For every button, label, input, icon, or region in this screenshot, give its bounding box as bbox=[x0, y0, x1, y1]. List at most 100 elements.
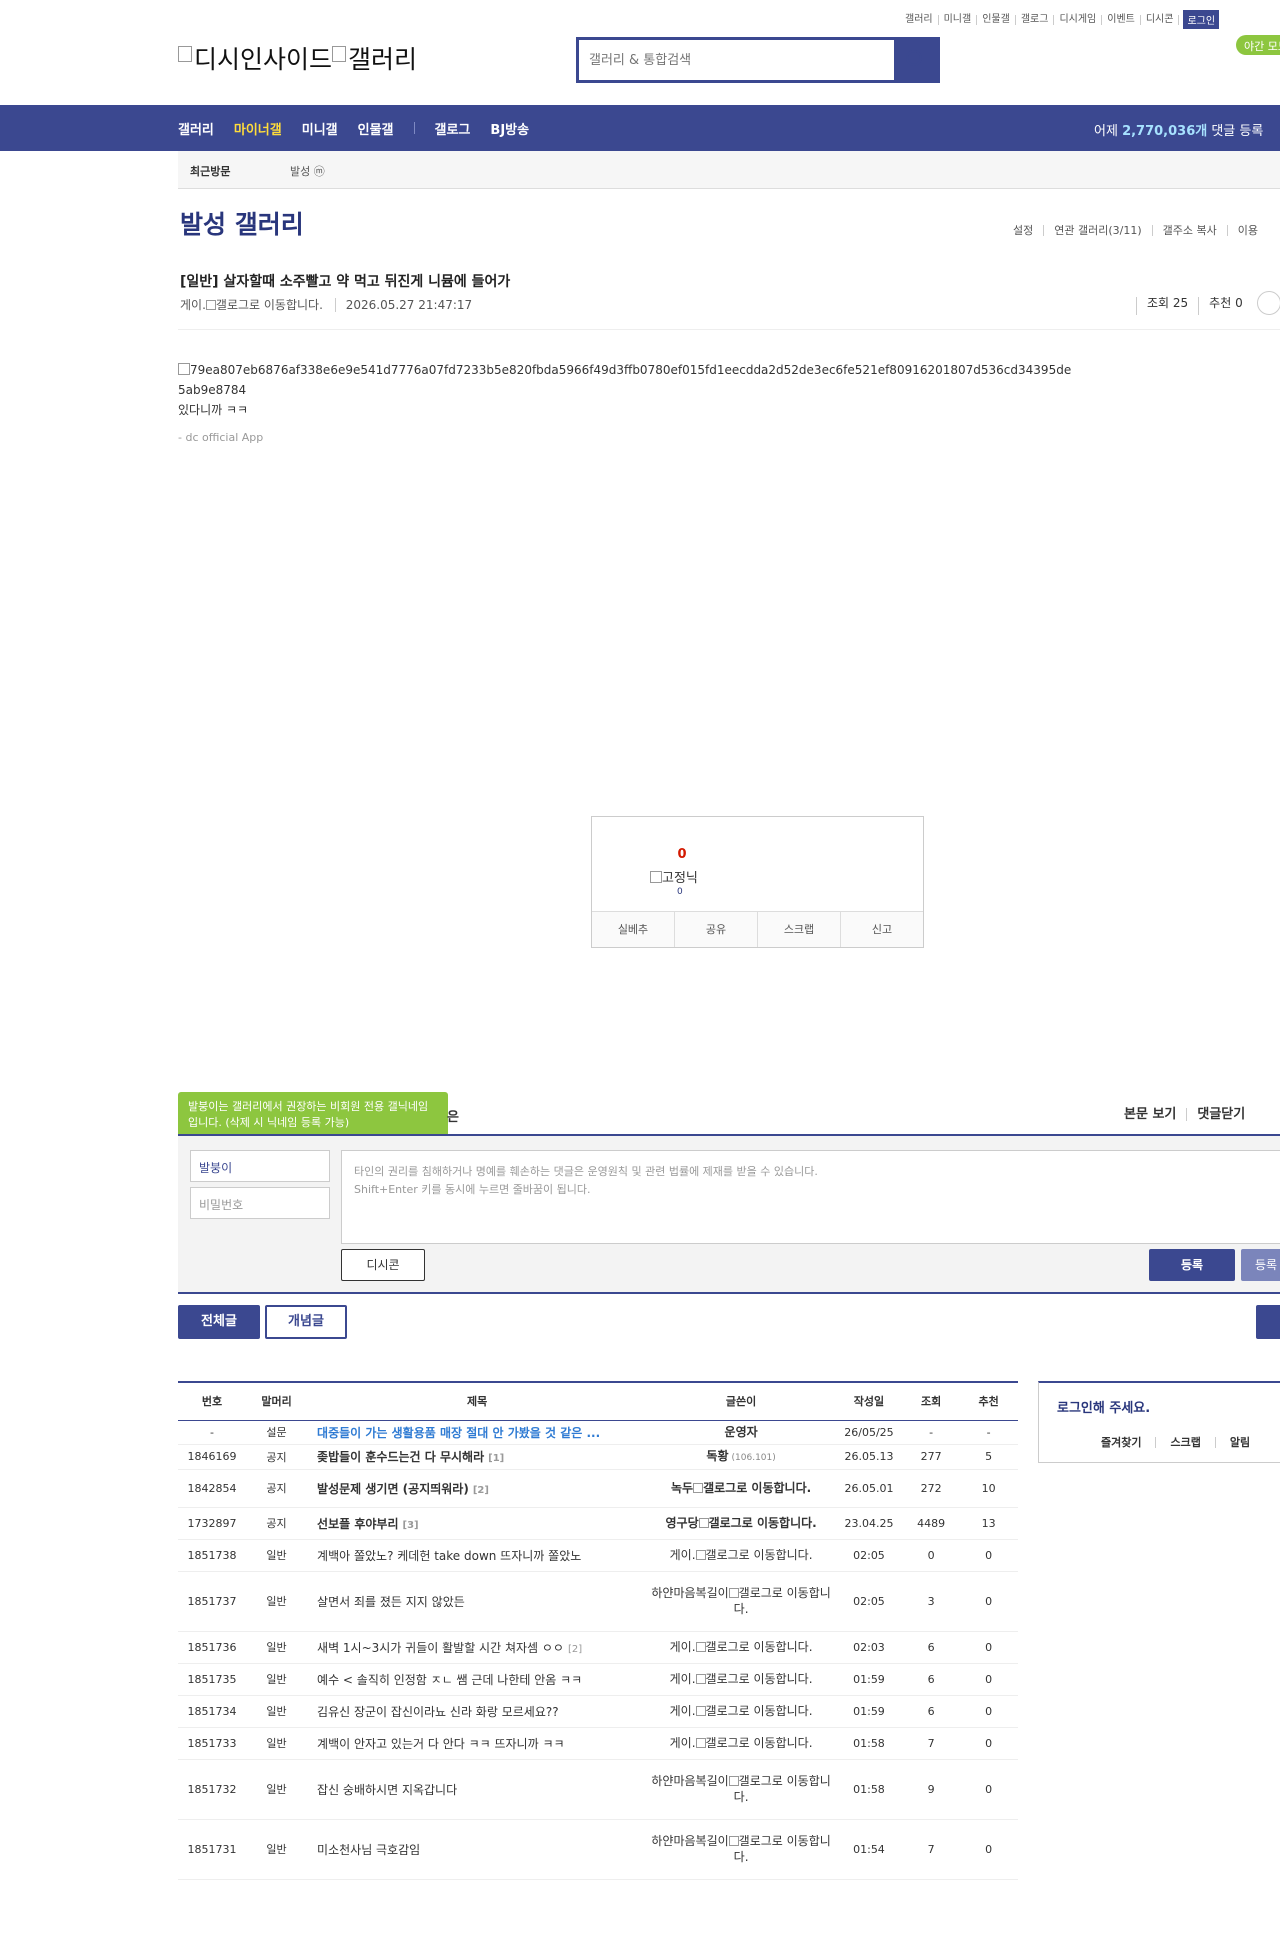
writer-name[interactable]: 게이. bbox=[670, 1548, 696, 1562]
gallog-link[interactable]: 갤로그로 이동합니다. bbox=[709, 1516, 817, 1530]
report-button[interactable]: 신고 bbox=[841, 912, 923, 947]
table-row[interactable]: 1851733 일반 계백이 안자고 있는거 다 안다 ㅋㅋ 뜨자니까 ㅋㅋ 게이. 갤… bbox=[178, 1727, 1018, 1760]
login-prompt[interactable]: 로그인해 주세요. bbox=[1057, 1397, 1150, 1416]
row-writer[interactable]: 하얀마음복길이 갤로그로 이동합니다. bbox=[647, 1819, 835, 1880]
table-row[interactable]: 1851738 일반 계백아 쫄았노? 케데헌 take down 뜨자니까 쫄았노… bbox=[178, 1539, 1018, 1572]
comment-textarea[interactable]: 타인의 권리를 침해하거나 명예를 훼손하는 댓글은 운영원칙 및 관련 법률에… bbox=[341, 1150, 1280, 1244]
writer-name[interactable]: 독황 bbox=[706, 1449, 728, 1463]
gallog-link[interactable]: 갤로그로 이동합니다. bbox=[706, 1704, 813, 1718]
row-title-text[interactable]: 미소천사님 극호감임 bbox=[317, 1843, 420, 1857]
share-button[interactable]: 공유 bbox=[675, 912, 758, 947]
gallery-settings-link[interactable]: 설정 bbox=[1003, 225, 1043, 236]
util-link-person[interactable]: 인물갤 bbox=[977, 14, 1016, 25]
related-gallery-link[interactable]: 연관 갤러리(3/11) bbox=[1043, 225, 1151, 236]
row-title[interactable]: 예수 < 솔직히 인정함 ㅈㄴ 쌤 근데 나한테 안옴 ㅋㅋ bbox=[307, 1663, 648, 1696]
writer-name[interactable]: 게이. bbox=[670, 1736, 696, 1750]
gallog-link[interactable]: 갤로그로 이동합니다. bbox=[706, 1736, 813, 1750]
writer-name[interactable]: 하얀마음복길이 bbox=[651, 1774, 728, 1788]
row-writer[interactable]: 독황 (106.101) bbox=[647, 1444, 835, 1470]
nav-gallog[interactable]: 갤로그 bbox=[435, 119, 471, 138]
table-row[interactable]: 1851731 일반 미소천사님 극호감임 하얀마음복길이 갤로그로 이동합니다. 01:… bbox=[178, 1819, 1018, 1880]
search-button[interactable] bbox=[894, 37, 937, 83]
reply-count[interactable]: [2] bbox=[473, 1485, 489, 1496]
copy-address-link[interactable]: 갤주소 복사 bbox=[1151, 225, 1227, 236]
writer-name[interactable]: 게이. bbox=[670, 1640, 696, 1654]
writer-name[interactable]: 영구당 bbox=[665, 1516, 698, 1530]
tab-best-posts[interactable]: 개념글 bbox=[265, 1305, 347, 1339]
row-writer[interactable]: 운영자 bbox=[647, 1420, 835, 1445]
util-link-mini[interactable]: 미니갤 bbox=[939, 14, 978, 25]
tab-all-posts[interactable]: 전체글 bbox=[178, 1305, 260, 1339]
gallery-title[interactable]: 발성 갤러리 bbox=[180, 205, 304, 241]
reply-count[interactable]: [3] bbox=[403, 1520, 419, 1531]
dccon-button[interactable]: 디시콘 bbox=[341, 1249, 425, 1281]
row-writer[interactable]: 게이. 갤로그로 이동합니다. bbox=[647, 1727, 835, 1760]
row-title-text[interactable]: 살면서 죄를 졌든 지지 않았든 bbox=[317, 1595, 465, 1609]
row-title[interactable]: 대중들이 가는 생활용품 매장 절대 안 가봤을 것 같은 ... bbox=[307, 1420, 648, 1445]
site-logo[interactable]: 디시인사이드 갤러리 bbox=[178, 40, 417, 76]
reply-count[interactable]: [1] bbox=[488, 1453, 504, 1464]
post-author[interactable]: 게이. bbox=[180, 298, 206, 312]
nav-gallery[interactable]: 갤러리 bbox=[178, 119, 214, 138]
gallog-link[interactable]: 갤로그로 이동합니다. bbox=[706, 1640, 813, 1654]
row-title[interactable]: 미소천사님 극호감임 bbox=[307, 1819, 648, 1880]
nav-mini-gallery[interactable]: 미니갤 bbox=[302, 119, 338, 138]
gallog-link[interactable]: 갤로그로 이동합니다. bbox=[734, 1834, 831, 1864]
login-button[interactable]: 로그인 bbox=[1183, 10, 1220, 29]
row-writer[interactable]: 하얀마음복길이 갤로그로 이동합니다. bbox=[647, 1759, 835, 1820]
row-title-text[interactable]: 김유신 장군이 잡신이라뇨 신라 화랑 모르세요?? bbox=[317, 1705, 559, 1719]
password-field[interactable]: 비밀번호 bbox=[190, 1187, 330, 1219]
notification-link[interactable]: 알림 bbox=[1214, 1437, 1264, 1448]
nav-bj[interactable]: BJ방송 bbox=[490, 119, 529, 138]
row-writer[interactable]: 게이. 갤로그로 이동합니다. bbox=[647, 1663, 835, 1696]
util-link-gallery[interactable]: 갤러리 bbox=[900, 14, 939, 25]
table-row[interactable]: 1851736 일반 새벽 1시~3시가 귀들이 활발할 시간 쳐자셈 ㅇㅇ [2] 게… bbox=[178, 1631, 1018, 1664]
nickname-field[interactable]: 발붕이 bbox=[190, 1150, 330, 1182]
table-row[interactable]: 1842854 공지 발성문제 생기면 (공지띄워라) [2] 녹두 갤로그로 이동합니다… bbox=[178, 1469, 1018, 1508]
util-link-dccon[interactable]: 디시콘 bbox=[1141, 14, 1180, 25]
nav-person-gallery[interactable]: 인물갤 bbox=[358, 119, 394, 138]
fixed-nick-recommend[interactable]: 고정닉 bbox=[650, 867, 698, 886]
scrap-link[interactable]: 스크랩 bbox=[1155, 1437, 1214, 1448]
util-link-event[interactable]: 이벤트 bbox=[1102, 14, 1141, 25]
row-title-text[interactable]: 새벽 1시~3시가 귀들이 활발할 시간 쳐자셈 ㅇㅇ bbox=[317, 1641, 564, 1655]
nav-minor-gallery[interactable]: 마이너갤 bbox=[234, 119, 282, 138]
row-title[interactable]: 계백이 안자고 있는거 다 안다 ㅋㅋ 뜨자니까 ㅋㅋ bbox=[307, 1727, 648, 1760]
row-title[interactable]: 잡신 숭배하시면 지옥갑니다 bbox=[307, 1759, 648, 1820]
table-row[interactable]: 1732897 공지 선보플 후야부리 [3] 영구당 갤로그로 이동합니다. 23.04.… bbox=[178, 1507, 1018, 1540]
favorites-link[interactable]: 즐겨찾기 bbox=[1087, 1437, 1155, 1448]
table-row[interactable]: - 설문 대중들이 가는 생활용품 매장 절대 안 가봤을 것 같은 ... 운영자 2… bbox=[178, 1420, 1018, 1445]
table-row[interactable]: 1846169 공지 좆밥들이 훈수드는건 다 무시해라 [1] 독황 (106.101)… bbox=[178, 1444, 1018, 1470]
row-writer[interactable]: 게이. 갤로그로 이동합니다. bbox=[647, 1631, 835, 1664]
gallog-link[interactable]: 갤로그로 이동합니다. bbox=[734, 1774, 831, 1804]
row-writer[interactable]: 게이. 갤로그로 이동합니다. bbox=[647, 1695, 835, 1728]
recent-visit-label[interactable]: 최근방문 bbox=[190, 163, 230, 179]
row-writer[interactable]: 하얀마음복길이 갤로그로 이동합니다. bbox=[647, 1571, 835, 1632]
row-title-text[interactable]: 잡신 숭배하시면 지옥갑니다 bbox=[317, 1783, 457, 1797]
row-title-text[interactable]: 좆밥들이 훈수드는건 다 무시해라 bbox=[317, 1450, 484, 1464]
row-title[interactable]: 김유신 장군이 잡신이라뇨 신라 화랑 모르세요?? bbox=[307, 1695, 648, 1728]
gallog-link[interactable]: 갤로그로 이동합니다. bbox=[706, 1672, 813, 1686]
row-title-text[interactable]: 대중들이 가는 생활용품 매장 절대 안 가봤을 것 같은 ... bbox=[317, 1426, 600, 1440]
row-title[interactable]: 발성문제 생기면 (공지띄워라) [2] bbox=[307, 1469, 648, 1508]
row-title-text[interactable]: 계백아 쫄았노? 케데헌 take down 뜨자니까 쫄았노 bbox=[317, 1549, 581, 1563]
close-comments-link[interactable]: 댓글닫기 bbox=[1186, 1108, 1255, 1121]
row-writer[interactable]: 녹두 갤로그로 이동합니다. bbox=[647, 1469, 835, 1508]
table-row[interactable]: 1851737 일반 살면서 죄를 졌든 지지 않았든 하얀마음복길이 갤로그로 이동합… bbox=[178, 1571, 1018, 1632]
util-link-gallog[interactable]: 갤로그 bbox=[1016, 14, 1055, 25]
usage-link[interactable]: 이용 bbox=[1226, 225, 1268, 236]
recent-visit-item[interactable]: 발성 ⓜ bbox=[290, 163, 325, 179]
table-row[interactable]: 1851732 일반 잡신 숭배하시면 지옥갑니다 하얀마음복길이 갤로그로 이동합니다… bbox=[178, 1759, 1018, 1820]
writer-name[interactable]: 운영자 bbox=[725, 1425, 758, 1439]
night-mode-button[interactable]: 야간 모드 bbox=[1236, 35, 1280, 55]
row-title[interactable]: 계백아 쫄았노? 케데헌 take down 뜨자니까 쫄았노 bbox=[307, 1539, 648, 1572]
gallog-link[interactable]: 갤로그로 이동합니다. bbox=[216, 298, 323, 312]
row-title-text[interactable]: 발성문제 생기면 (공지띄워라) bbox=[317, 1482, 469, 1496]
writer-name[interactable]: 하얀마음복길이 bbox=[651, 1834, 728, 1848]
table-row[interactable]: 1851734 일반 김유신 장군이 잡신이라뇨 신라 화랑 모르세요?? 게이. 갤로… bbox=[178, 1695, 1018, 1728]
writer-name[interactable]: 게이. bbox=[670, 1704, 696, 1718]
row-writer[interactable]: 영구당 갤로그로 이동합니다. bbox=[647, 1507, 835, 1540]
writer-name[interactable]: 녹두 bbox=[671, 1481, 693, 1495]
row-title-text[interactable]: 선보플 후야부리 bbox=[317, 1517, 398, 1531]
reply-count[interactable]: [2] bbox=[568, 1644, 582, 1655]
